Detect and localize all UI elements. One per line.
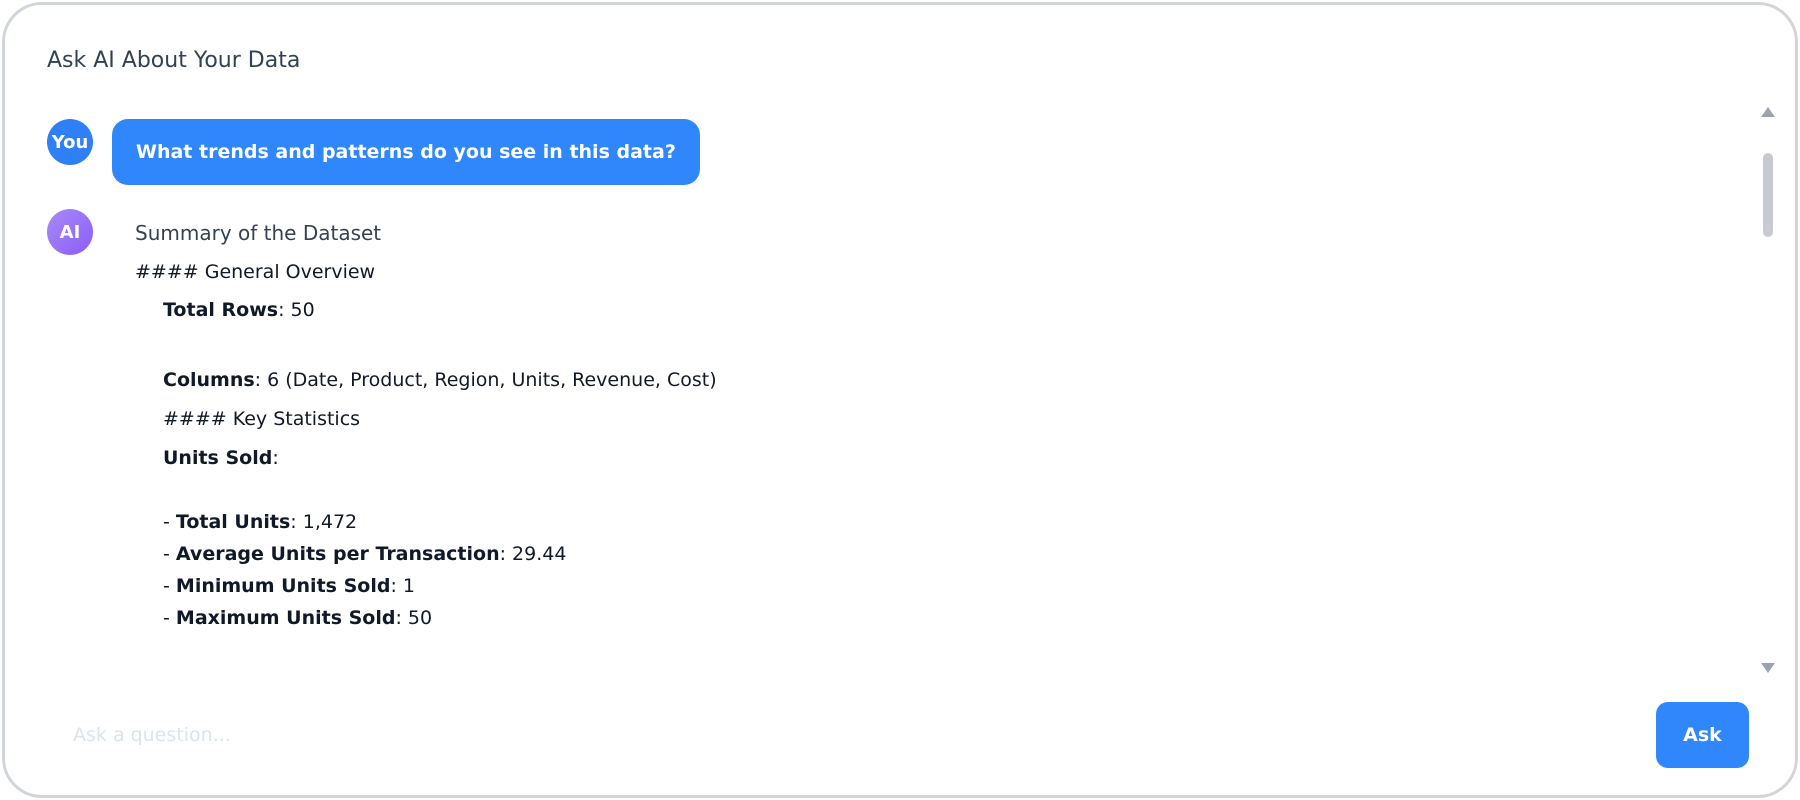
scroll-thumb[interactable] — [1763, 153, 1773, 237]
user-message-bubble: What trends and patterns do you see in t… — [112, 119, 700, 185]
columns-value: : 6 (Date, Product, Region, Units, Reven… — [254, 369, 717, 391]
stat-value: : 29.44 — [499, 543, 567, 565]
ai-summary-heading: Summary of the Dataset — [135, 221, 382, 245]
stat-label: Maximum Units Sold — [175, 607, 396, 629]
stat-bullet: - — [163, 607, 176, 629]
total-rows-label: Total Rows — [163, 299, 279, 321]
scroll-up-icon[interactable] — [1761, 107, 1775, 117]
scroll-down-icon[interactable] — [1761, 663, 1775, 673]
stat-maximum-units: - Maximum Units Sold: 50 — [163, 607, 432, 629]
ask-ai-panel: Ask AI About Your Data You What trends a… — [2, 2, 1798, 798]
ask-button[interactable]: Ask — [1656, 702, 1749, 768]
stat-value: : 50 — [395, 607, 433, 629]
key-statistics-heading: #### Key Statistics — [163, 408, 361, 430]
stat-bullet: - — [163, 511, 176, 533]
units-sold-label: Units Sold — [163, 447, 273, 469]
units-sold-line: Units Sold: — [163, 447, 279, 469]
stat-total-units: - Total Units: 1,472 — [163, 511, 357, 533]
columns-line: Columns: 6 (Date, Product, Region, Units… — [163, 369, 717, 391]
stat-bullet: - — [163, 543, 176, 565]
chat-history[interactable]: You What trends and patterns do you see … — [5, 105, 1765, 677]
stat-bullet: - — [163, 575, 176, 597]
stat-label: Average Units per Transaction — [175, 543, 500, 565]
units-sold-value: : — [272, 447, 279, 469]
user-avatar: You — [47, 119, 93, 165]
general-overview-heading: #### General Overview — [135, 261, 376, 283]
panel-title: Ask AI About Your Data — [47, 48, 301, 73]
total-rows-line: Total Rows: 50 — [163, 299, 315, 321]
chat-scrollbar[interactable] — [1759, 103, 1779, 677]
stat-label: Total Units — [175, 511, 291, 533]
question-input[interactable] — [47, 705, 1627, 765]
total-rows-value: : 50 — [278, 299, 315, 321]
stat-label: Minimum Units Sold — [175, 575, 391, 597]
columns-label: Columns — [163, 369, 255, 391]
stat-value: : 1,472 — [290, 511, 358, 533]
ai-avatar: AI — [47, 209, 93, 255]
stat-minimum-units: - Minimum Units Sold: 1 — [163, 575, 415, 597]
stat-value: : 1 — [390, 575, 415, 597]
stat-average-units: - Average Units per Transaction: 29.44 — [163, 543, 566, 565]
